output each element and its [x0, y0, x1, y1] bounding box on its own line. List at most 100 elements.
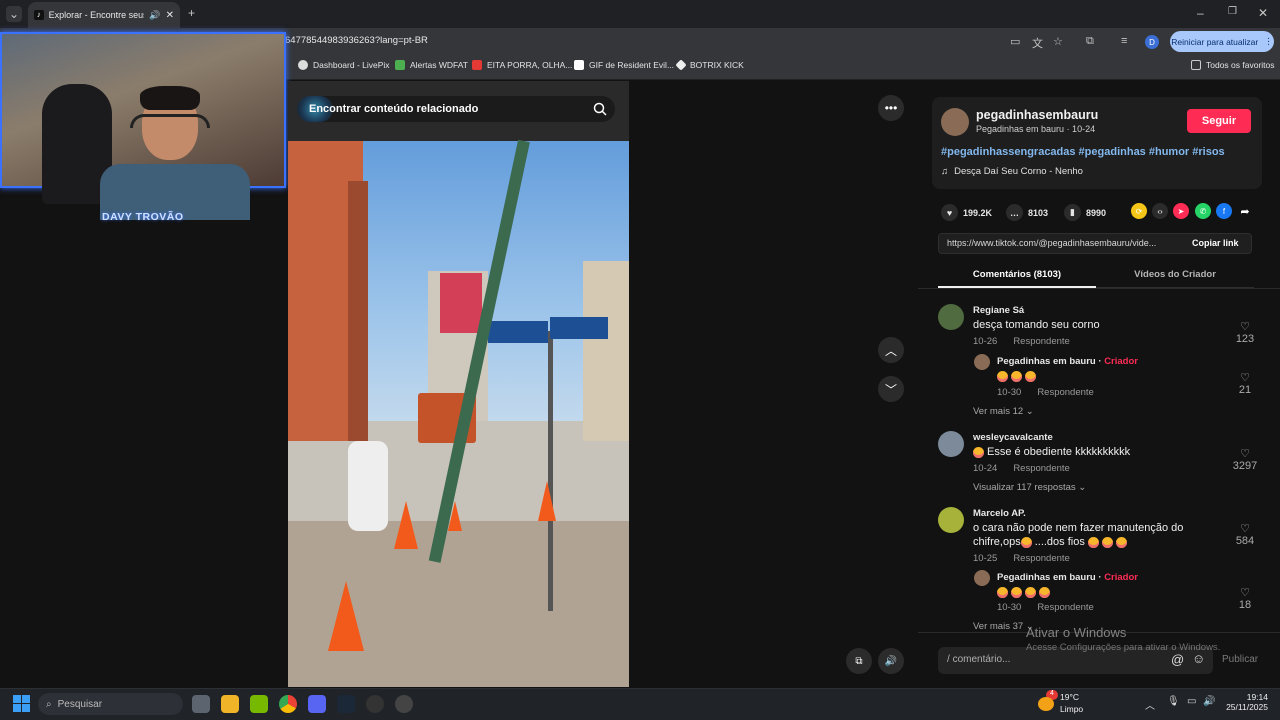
whatsapp-icon[interactable]: ✆ [1195, 203, 1211, 219]
tab-search-icon[interactable]: ⌄ [6, 6, 22, 22]
chrome-icon[interactable] [279, 695, 297, 713]
speaker-icon[interactable]: 🔊 [1203, 696, 1215, 707]
comment-like[interactable]: ♡ 584 [1232, 522, 1258, 547]
restart-to-update-button[interactable]: Reiniciar para atualizar ⋮ [1170, 31, 1274, 52]
translate-icon[interactable]: 文 [1032, 35, 1043, 51]
reply-button[interactable]: Respondente [1013, 463, 1070, 474]
new-tab-icon[interactable]: + [188, 6, 195, 20]
bookmark-label: Dashboard - LivePix [313, 60, 390, 70]
reply-author[interactable]: Pegadinhas em bauru · Criador [997, 572, 1138, 583]
repost-icon[interactable]: ⟳ [1131, 203, 1147, 219]
obs-icon[interactable] [366, 695, 384, 713]
reply-button[interactable]: Respondente [1037, 602, 1094, 613]
avatar[interactable] [974, 354, 990, 370]
save-stat[interactable]: ▮ 8990 [1064, 204, 1106, 221]
search-icon[interactable] [593, 102, 607, 116]
bookmark-gif[interactable]: GIF de Resident Evil... [574, 60, 674, 70]
minimize-icon[interactable]: – [1197, 6, 1204, 20]
nvidia-icon[interactable] [250, 695, 268, 713]
view-more-replies[interactable]: Ver mais 12 ⌄ [973, 406, 1034, 417]
avatar[interactable] [938, 507, 964, 533]
video-player[interactable] [288, 81, 629, 687]
livepix-icon [298, 60, 308, 70]
view-more-replies[interactable]: Visualizar 117 respostas ⌄ [973, 482, 1086, 493]
network-icon[interactable]: ▭ [1187, 696, 1196, 707]
bookmark-star-icon[interactable]: ☆ [1053, 35, 1063, 48]
more-options-icon[interactable]: ••• [878, 95, 904, 121]
share-arrow-icon[interactable]: ➦ [1237, 203, 1253, 219]
creator-username[interactable]: pegadinhasembauru [976, 108, 1098, 122]
comment-stat[interactable]: … 8103 [1006, 204, 1048, 221]
audio-icon[interactable]: 🔊 [149, 10, 160, 21]
bookmark-label: EITA PORRA, OLHA... [487, 60, 573, 70]
bookmark-eita[interactable]: EITA PORRA, OLHA... [472, 60, 572, 70]
steam-icon[interactable] [337, 695, 355, 713]
discord-icon[interactable] [308, 695, 326, 713]
comment-like[interactable]: ♡ 18 [1232, 586, 1258, 611]
music-link[interactable]: ♫ Desça Daí Seu Corno - Nenho [941, 166, 1083, 177]
creator-avatar[interactable] [941, 108, 969, 136]
restore-icon[interactable]: ❐ [1228, 6, 1237, 17]
reply-button[interactable]: Respondente [1037, 387, 1094, 398]
save-count: 8990 [1086, 207, 1107, 218]
weather-icon[interactable] [1038, 697, 1054, 711]
avatar[interactable] [938, 431, 964, 457]
related-content-search[interactable]: Encontrar conteúdo relacionado [297, 96, 615, 122]
url-field[interactable]: 6477854498393626​3?lang=pt-BR [285, 35, 428, 46]
file-explorer-icon[interactable] [221, 695, 239, 713]
facebook-icon[interactable]: f [1216, 203, 1232, 219]
windows-start-icon[interactable] [13, 695, 30, 712]
comment-like-count: 21 [1238, 384, 1252, 396]
next-video-icon[interactable]: ﹀ [878, 376, 904, 402]
task-view-icon[interactable] [192, 695, 210, 713]
menu-dots-icon[interactable]: ⋮ [1264, 36, 1273, 47]
embed-icon[interactable]: ‹› [1152, 203, 1168, 219]
all-bookmarks[interactable]: Todos os favoritos [1191, 60, 1275, 70]
floating-player-icon[interactable]: ⧉ [846, 648, 872, 674]
system-clock[interactable]: 19:14 25/11/2025 [1220, 692, 1268, 712]
extensions-icon[interactable]: ⧉ [1086, 35, 1094, 48]
send-icon[interactable]: ➤ [1173, 203, 1189, 219]
taskbar-search[interactable]: ⌕ Pesquisar [38, 693, 183, 715]
mention-icon[interactable]: @ [1171, 652, 1184, 667]
cast-icon[interactable]: ▭ [1010, 35, 1020, 48]
bookmark-alertas[interactable]: Alertas WDFAT [395, 60, 468, 70]
video-link[interactable]: https://www.tiktok.com/@pegadinhasembaur… [947, 238, 1177, 248]
tab-creator-videos[interactable]: Vídeos do Criador [1096, 262, 1254, 288]
close-window-icon[interactable]: ✕ [1258, 6, 1268, 20]
tab-title: Explorar - Encontre seus ví [48, 10, 145, 20]
laughing-emoji-icon [1087, 536, 1099, 548]
avatar[interactable] [974, 570, 990, 586]
comment-like[interactable]: ♡ 3297 [1232, 447, 1258, 472]
copy-link-button[interactable]: Copiar link [1192, 238, 1239, 248]
profile-avatar[interactable]: D [1145, 35, 1159, 49]
bookmark-livepix[interactable]: Dashboard - LivePix [298, 60, 390, 70]
reply-author[interactable]: Pegadinhas em bauru · Criador [997, 356, 1138, 367]
like-stat[interactable]: ♥ 199.2K [941, 204, 992, 221]
media-player-icon[interactable] [395, 695, 413, 713]
reading-list-icon[interactable]: ≡ [1121, 35, 1127, 47]
microphone-icon[interactable]: 🎙 [1167, 696, 1180, 707]
previous-video-icon[interactable]: ︿ [878, 337, 904, 363]
view-more-replies[interactable]: Ver mais 37 ⌄ [973, 621, 1034, 632]
follow-button[interactable]: Seguir [1187, 109, 1251, 133]
reply-button[interactable]: Respondente [1013, 336, 1070, 347]
bookmark-botrix[interactable]: BOTRIX KICK [675, 59, 744, 71]
comment-text-row: Esse é obediente kkkkkkkkkk [973, 445, 1130, 459]
comment-like[interactable]: ♡ 123 [1232, 320, 1258, 345]
close-tab-icon[interactable]: ✕ [166, 10, 174, 21]
emoji-picker-icon[interactable]: ☺ [1192, 651, 1205, 666]
browser-tab[interactable]: ♪ Explorar - Encontre seus ví 🔊 ✕ [28, 2, 180, 28]
avatar[interactable] [938, 304, 964, 330]
publish-button[interactable]: Publicar [1222, 654, 1258, 665]
post-hashtags[interactable]: #pegadinhassengracadas #pegadinhas #humo… [941, 146, 1225, 158]
comment-author[interactable]: wesleycavalcante [973, 432, 1053, 443]
reply-button[interactable]: Respondente [1013, 553, 1070, 564]
comment-like[interactable]: ♡ 21 [1232, 371, 1258, 396]
comment-author[interactable]: Regiane Sá [973, 305, 1024, 316]
volume-icon[interactable]: 🔊 [878, 648, 904, 674]
tab-comments[interactable]: Comentários (8103) [938, 262, 1096, 288]
comment-author[interactable]: Marcelo AP. [973, 508, 1026, 519]
comment-count: 8103 [1028, 207, 1049, 218]
tray-chevron-icon[interactable]: ︿ [1145, 697, 1155, 712]
